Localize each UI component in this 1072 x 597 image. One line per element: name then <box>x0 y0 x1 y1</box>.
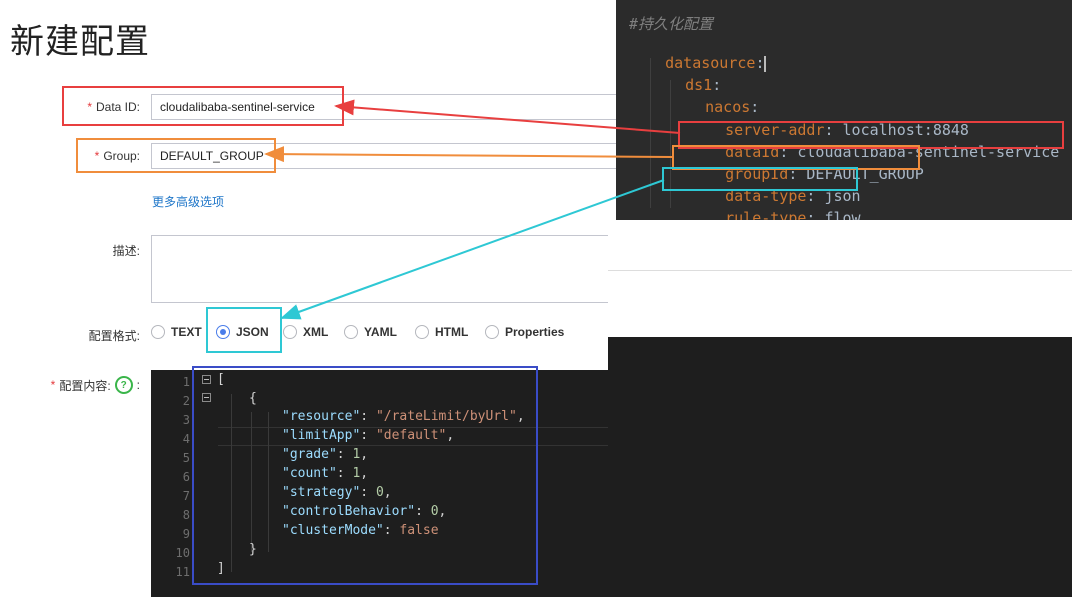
connector-arrows <box>264 99 681 320</box>
arrow-groupid <box>264 146 675 163</box>
arrow-dataid <box>334 99 681 134</box>
arrow-data-type <box>280 179 665 320</box>
